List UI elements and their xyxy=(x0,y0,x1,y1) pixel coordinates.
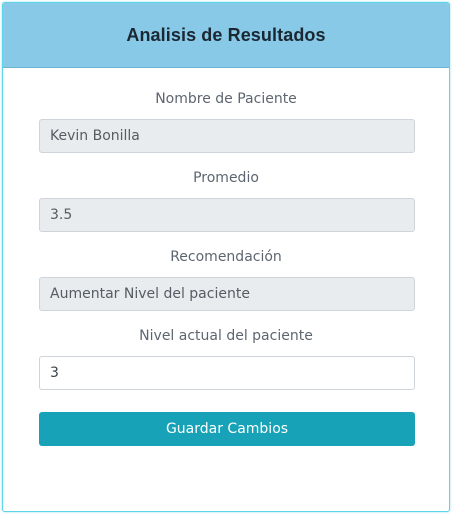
recommendation-group: Recomendación xyxy=(39,248,415,311)
results-card: Analisis de Resultados Nombre de Pacient… xyxy=(2,2,450,512)
average-field[interactable] xyxy=(39,198,415,232)
average-group: Promedio xyxy=(39,169,415,232)
current-level-label: Nivel actual del paciente xyxy=(139,328,313,344)
recommendation-label: Recomendación xyxy=(170,249,282,265)
current-level-group: Nivel actual del paciente xyxy=(39,327,415,390)
recommendation-field[interactable] xyxy=(39,277,415,311)
current-level-field[interactable] xyxy=(39,356,415,390)
average-label: Promedio xyxy=(193,170,259,186)
results-form: Nombre de Paciente Promedio Recomendació… xyxy=(3,68,449,446)
patient-name-label: Nombre de Paciente xyxy=(155,91,297,107)
patient-name-group: Nombre de Paciente xyxy=(39,90,415,153)
save-changes-button[interactable]: Guardar Cambios xyxy=(39,412,415,446)
card-header: Analisis de Resultados xyxy=(3,3,449,68)
patient-name-field[interactable] xyxy=(39,119,415,153)
page-title: Analisis de Resultados xyxy=(126,24,326,45)
